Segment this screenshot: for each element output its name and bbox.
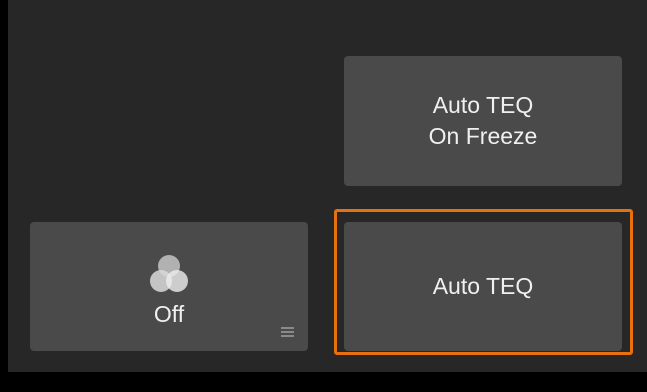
color-mode-off-button[interactable]: Off <box>30 222 308 351</box>
auto-teq-button[interactable]: Auto TEQ <box>344 222 622 351</box>
auto-teq-on-freeze-button[interactable]: Auto TEQ On Freeze <box>344 56 622 186</box>
menu-icon[interactable] <box>281 327 294 337</box>
color-mode-off-label: Off <box>153 301 185 327</box>
auto-teq-on-freeze-label-line2: On Freeze <box>428 123 538 149</box>
auto-teq-label: Auto TEQ <box>432 273 534 299</box>
three-circles-icon <box>146 253 192 297</box>
auto-teq-on-freeze-label-line1: Auto TEQ <box>432 92 534 118</box>
